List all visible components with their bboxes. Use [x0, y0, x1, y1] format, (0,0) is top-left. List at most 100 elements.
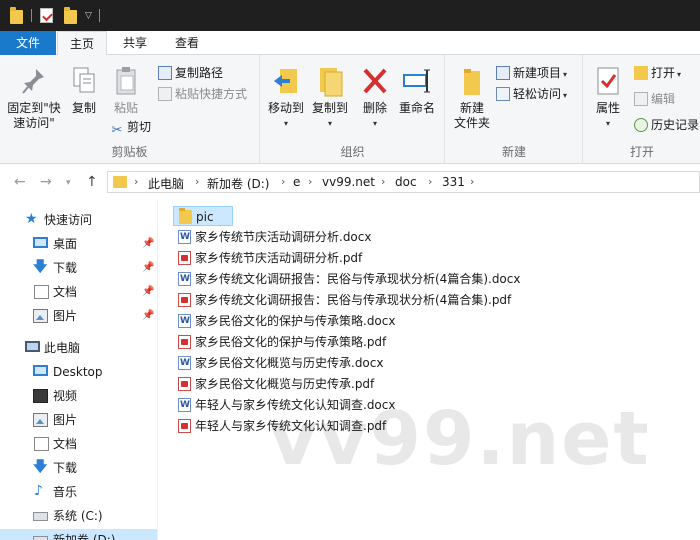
- tab-share[interactable]: 共享: [112, 31, 158, 55]
- address-bar[interactable]: › 此电脑 › 新加卷 (D:) › e › vv99.net › doc › …: [107, 171, 700, 193]
- folder-row[interactable]: pic: [173, 206, 233, 226]
- file-name: 年轻人与家乡传统文化认知调查.pdf: [195, 419, 387, 433]
- chevron-right-icon[interactable]: ›: [281, 175, 285, 188]
- paste-shortcut-button[interactable]: 粘贴快捷方式: [158, 86, 247, 104]
- open-group-label: 打开: [629, 145, 654, 159]
- pin-icon[interactable]: 📌: [142, 257, 154, 279]
- chevron-down-icon: ▾: [372, 119, 377, 128]
- delete-label: 删除: [362, 101, 387, 115]
- nav-quick-documents-label: 文档: [53, 285, 78, 299]
- breadcrumb-this-pc[interactable]: 此电脑: [148, 175, 184, 192]
- easy-access-label: 轻松访问: [513, 87, 562, 101]
- word-file-icon: [178, 269, 191, 289]
- new-item-button[interactable]: 新建项目 ▾: [496, 65, 567, 83]
- chevron-right-icon[interactable]: ›: [470, 175, 474, 188]
- up-arrow-icon[interactable]: ↑: [86, 174, 98, 190]
- breadcrumb-vv99[interactable]: vv99.net: [322, 175, 375, 189]
- cut-button[interactable]: ✂ 剪切: [110, 119, 151, 138]
- chevron-down-icon: ▾: [677, 70, 682, 79]
- file-name: pic: [196, 210, 214, 224]
- pin-icon: [20, 65, 48, 97]
- nav-this-pc[interactable]: 此电脑: [0, 337, 157, 359]
- nav-pc-drive-c-label: 系统 (C:): [53, 509, 103, 523]
- file-name: 年轻人与家乡传统文化认知调查.docx: [195, 398, 396, 412]
- nav-pc-pictures[interactable]: 图片: [0, 409, 157, 431]
- rename-label: 重命名: [398, 101, 435, 115]
- nav-pc-documents-label: 文档: [53, 437, 78, 451]
- history-label: 历史记录: [651, 118, 700, 132]
- nav-quick-access[interactable]: ★ 快速访问: [0, 209, 157, 231]
- forward-arrow-icon[interactable]: →: [40, 174, 52, 190]
- chevron-right-icon[interactable]: ›: [195, 175, 199, 188]
- copy-to-button[interactable]: 复制到 ▾: [309, 65, 351, 131]
- copy-icon: [70, 65, 98, 97]
- copy-button[interactable]: 复制: [66, 65, 102, 116]
- breadcrumb-331[interactable]: 331: [442, 175, 465, 189]
- nav-quick-downloads[interactable]: 🡇 下载 📌: [0, 257, 157, 279]
- new-group: 新建 文件夹 新建项目 ▾ 轻松访问 ▾ 新建: [446, 55, 583, 164]
- easy-access-icon: [496, 87, 510, 101]
- pin-quick-access-button[interactable]: 固定到"快速访问": [4, 65, 64, 131]
- rename-button[interactable]: 重命名: [395, 65, 439, 116]
- properties-button[interactable]: 属性 ▾: [590, 65, 626, 131]
- chevron-down-icon[interactable]: ▽: [85, 11, 92, 21]
- pdf-file-icon: [178, 377, 191, 391]
- pin-quick-access-label: 固定到"快速访问": [7, 101, 61, 130]
- video-icon: [33, 389, 48, 403]
- word-file-icon: [178, 311, 191, 331]
- history-button[interactable]: 历史记录: [634, 117, 699, 135]
- chevron-right-icon[interactable]: ›: [428, 175, 432, 188]
- edit-icon: [634, 92, 648, 106]
- nav-quick-desktop[interactable]: 桌面 📌: [0, 233, 157, 255]
- drive-icon: [33, 536, 48, 540]
- history-icon: [634, 118, 648, 132]
- copy-path-button[interactable]: 复制路径: [158, 65, 223, 83]
- open-icon: [634, 66, 648, 80]
- easy-access-button[interactable]: 轻松访问 ▾: [496, 86, 567, 104]
- new-folder-icon[interactable]: [64, 7, 77, 24]
- move-to-label: 移动到: [267, 101, 304, 115]
- chevron-right-icon[interactable]: ›: [134, 175, 138, 188]
- nav-pc-drive-d[interactable]: 新加卷 (D:): [0, 529, 157, 540]
- new-folder-button[interactable]: 新建 文件夹: [450, 65, 494, 131]
- nav-pc-documents[interactable]: 文档: [0, 433, 157, 455]
- copy-to-icon: [316, 65, 344, 97]
- open-button[interactable]: 打开 ▾: [634, 65, 681, 83]
- copy-path-label: 复制路径: [175, 66, 224, 80]
- pdf-file-icon: [178, 335, 191, 349]
- tab-home[interactable]: 主页: [57, 31, 107, 56]
- copy-path-icon: [158, 66, 172, 80]
- nav-quick-documents[interactable]: 文档 📌: [0, 281, 157, 303]
- nav-pc-drive-c[interactable]: 系统 (C:): [0, 505, 157, 527]
- breadcrumb-e[interactable]: e: [293, 175, 300, 189]
- nav-pc-music[interactable]: ♪ 音乐: [0, 481, 157, 503]
- properties-icon[interactable]: [40, 8, 53, 23]
- edit-button[interactable]: 编辑: [634, 91, 675, 109]
- nav-pc-desktop[interactable]: Desktop: [0, 361, 157, 383]
- pin-icon[interactable]: 📌: [142, 281, 154, 303]
- move-to-button[interactable]: 移动到 ▾: [265, 65, 307, 131]
- delete-button[interactable]: 删除 ▾: [357, 65, 393, 131]
- navigation-pane: ★ 快速访问 桌面 📌 🡇 下载 📌 文档 📌 图片 📌 此电脑 Desktop…: [0, 200, 158, 540]
- chevron-right-icon[interactable]: ›: [308, 175, 312, 188]
- paste-label: 粘贴: [113, 101, 138, 115]
- breadcrumb-doc[interactable]: doc: [395, 175, 417, 189]
- chevron-down-icon[interactable]: ▾: [66, 178, 71, 188]
- breadcrumb-drive-d[interactable]: 新加卷 (D:): [207, 175, 269, 192]
- picture-icon: [33, 309, 48, 323]
- tab-view[interactable]: 查看: [164, 31, 210, 55]
- nav-pc-music-label: 音乐: [53, 485, 78, 499]
- pin-icon[interactable]: 📌: [142, 233, 154, 255]
- chevron-right-icon[interactable]: ›: [381, 175, 385, 188]
- properties-label: 属性: [595, 101, 620, 115]
- open-label: 打开: [651, 66, 676, 80]
- nav-pc-videos[interactable]: 视频: [0, 385, 157, 407]
- back-arrow-icon[interactable]: ←: [14, 174, 26, 190]
- paste-button[interactable]: 粘贴: [108, 65, 144, 116]
- pin-icon[interactable]: 📌: [142, 305, 154, 327]
- tab-file[interactable]: 文件: [0, 31, 56, 55]
- nav-pc-downloads[interactable]: 🡇 下载: [0, 457, 157, 479]
- pdf-file-icon: [178, 419, 191, 433]
- nav-quick-pictures[interactable]: 图片 📌: [0, 305, 157, 327]
- file-name: 家乡民俗文化概览与历史传承.docx: [195, 356, 384, 370]
